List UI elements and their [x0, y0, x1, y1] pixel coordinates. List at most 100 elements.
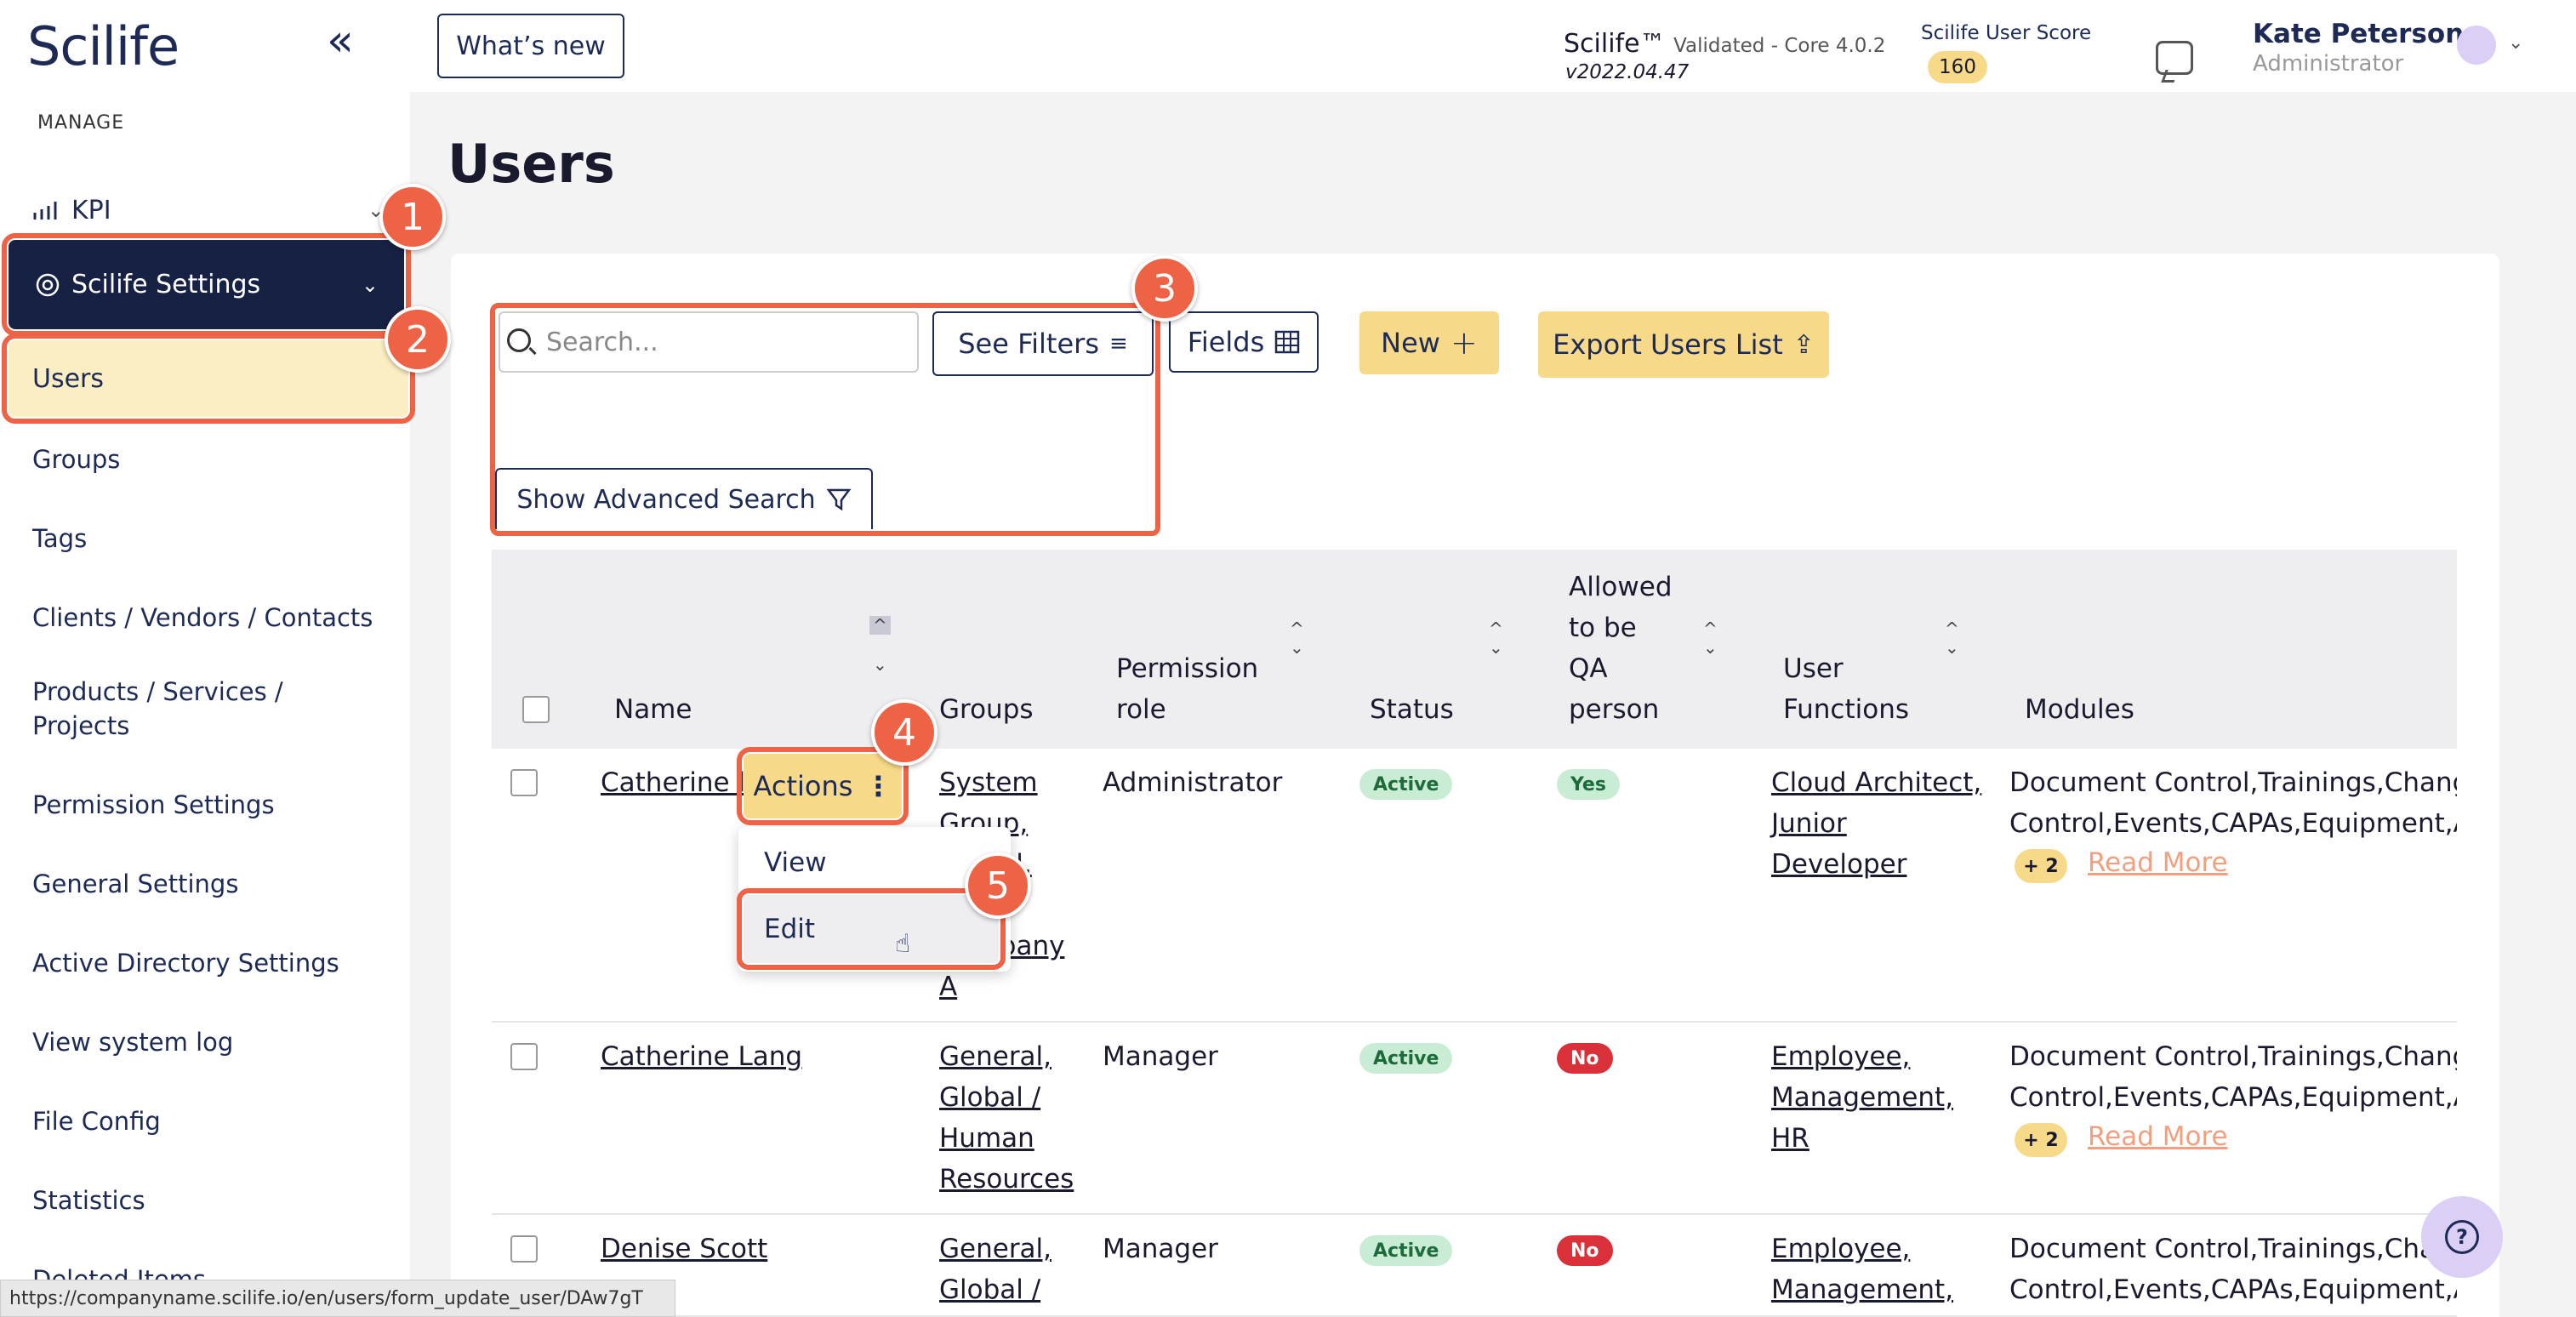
- function-link[interactable]: Cloud Architect,: [1771, 762, 1981, 803]
- sidebar-item-active-directory[interactable]: Active Directory Settings: [32, 946, 339, 980]
- col-qa-4[interactable]: person: [1569, 689, 1659, 730]
- fields-button[interactable]: Fields: [1169, 311, 1319, 373]
- function-link[interactable]: Management,: [1771, 1269, 1953, 1310]
- callout-3: 3: [1131, 255, 1198, 322]
- group-link[interactable]: Global /: [939, 1269, 1040, 1310]
- sidebar-item-label: Scilife Settings: [71, 270, 261, 299]
- status-badge: Active: [1359, 1043, 1453, 1074]
- modules-text: Document Control,Trainings,Change: [2009, 1041, 2457, 1072]
- row-checkbox[interactable]: [510, 769, 538, 796]
- col-qa[interactable]: Allowed: [1569, 567, 1673, 607]
- sidebar-item-permission-settings[interactable]: Permission Settings: [32, 788, 275, 822]
- more-badge[interactable]: + 2: [2015, 1123, 2067, 1157]
- collapse-sidebar-icon[interactable]: «: [327, 19, 354, 63]
- help-button[interactable]: ?: [2421, 1196, 2503, 1278]
- status-bar-url: https://companyname.scilife.io/en/users/…: [0, 1280, 675, 1317]
- col-name[interactable]: Name: [614, 689, 692, 730]
- qa-badge: Yes: [1557, 769, 1620, 800]
- sidebar-item-users[interactable]: Users: [2, 334, 415, 424]
- sidebar-item-kpi[interactable]: KPI ⌄: [0, 189, 410, 231]
- sort-desc-icon[interactable]: ⌄: [873, 655, 887, 674]
- row-checkbox[interactable]: [510, 1043, 538, 1070]
- group-link[interactable]: A: [939, 966, 957, 1007]
- status-badge: Active: [1359, 769, 1453, 800]
- permission-role: Manager: [1103, 1041, 1218, 1072]
- group-link[interactable]: Global /: [939, 1077, 1040, 1118]
- sidebar-item-products[interactable]: Products / Services /: [32, 675, 283, 709]
- permission-role: Manager: [1103, 1234, 1218, 1264]
- group-link[interactable]: General,: [939, 1229, 1051, 1269]
- col-qa-2[interactable]: to be: [1569, 607, 1637, 648]
- chart-icon: [33, 202, 57, 220]
- export-users-button[interactable]: Export Users List ⇪: [1538, 311, 1829, 378]
- sidebar-item-tags[interactable]: Tags: [32, 522, 87, 556]
- sidebar-item-file-config[interactable]: File Config: [32, 1104, 161, 1138]
- function-link[interactable]: Developer: [1771, 844, 1906, 885]
- user-name-link[interactable]: Denise Scott: [601, 1229, 767, 1269]
- col-user-functions[interactable]: Functions: [1783, 689, 1909, 730]
- sidebar-item-statistics[interactable]: Statistics: [32, 1183, 145, 1217]
- modules-text: Control,Events,CAPAs,Equipment,Au: [2009, 808, 2457, 839]
- group-link[interactable]: General,: [939, 1036, 1051, 1077]
- new-user-button[interactable]: New +: [1359, 311, 1499, 374]
- app-logo: Scilife: [27, 15, 180, 77]
- plus-icon: +: [1450, 324, 1478, 362]
- sidebar-item-clients[interactable]: Clients / Vendors / Contacts: [32, 601, 373, 635]
- col-qa-3[interactable]: QA: [1569, 648, 1608, 689]
- gear-icon: [36, 273, 60, 296]
- function-link[interactable]: Employee,: [1771, 1229, 1910, 1269]
- group-link[interactable]: System: [939, 762, 1038, 803]
- user-name[interactable]: Kate Peterson: [2253, 19, 2464, 49]
- col-modules: Modules: [2025, 694, 2134, 725]
- whats-new-button[interactable]: What’s new: [437, 14, 624, 78]
- qa-badge: No: [1557, 1235, 1613, 1266]
- build-version: v2022.04.47: [1565, 61, 1690, 83]
- function-link[interactable]: Junior: [1771, 803, 1847, 844]
- function-link[interactable]: Management,: [1771, 1077, 1953, 1118]
- sort-icon[interactable]: ^ ⌄: [1703, 619, 1718, 657]
- select-all-checkbox[interactable]: [522, 696, 550, 723]
- chevron-down-icon[interactable]: ⌄: [2508, 32, 2523, 54]
- user-name-link[interactable]: Catherine l: [601, 762, 745, 803]
- callout-2: 2: [385, 306, 451, 373]
- table-icon: [1275, 330, 1300, 354]
- sort-icon[interactable]: ^ ⌄: [1290, 619, 1304, 657]
- menu-item-view[interactable]: View: [764, 835, 827, 890]
- sidebar-section-label: MANAGE: [37, 112, 125, 134]
- upload-icon: ⇪: [1792, 329, 1815, 360]
- sidebar-item-groups[interactable]: Groups: [32, 442, 120, 476]
- sidebar-item-general-settings[interactable]: General Settings: [32, 867, 238, 901]
- sidebar-item-products-cont[interactable]: Projects: [32, 709, 129, 743]
- user-name-link[interactable]: Catherine Lang: [601, 1036, 802, 1077]
- qa-badge: No: [1557, 1043, 1613, 1074]
- avatar[interactable]: [2457, 26, 2496, 65]
- chevron-down-icon: ⌄: [361, 272, 379, 297]
- sort-asc-icon[interactable]: ^: [869, 616, 891, 635]
- col-status[interactable]: Status: [1370, 689, 1454, 730]
- actions-button[interactable]: Actions ⋮: [737, 747, 909, 825]
- col-permission-role[interactable]: role: [1116, 689, 1166, 730]
- status-badge: Active: [1359, 1235, 1453, 1266]
- col-user[interactable]: User: [1783, 648, 1844, 689]
- function-link[interactable]: HR: [1771, 1118, 1809, 1159]
- sidebar: Scilife « MANAGE KPI ⌄ Scilife Settings …: [0, 0, 415, 1317]
- callout-4: 4: [871, 699, 938, 766]
- function-link[interactable]: Employee,: [1771, 1036, 1910, 1077]
- hand-cursor-icon: ☝: [895, 929, 911, 959]
- read-more-link[interactable]: Read More: [2088, 1121, 2228, 1152]
- sort-icon[interactable]: ^ ⌄: [1489, 619, 1503, 657]
- user-score-label: Scilife User Score: [1921, 22, 2092, 44]
- chat-icon[interactable]: [2156, 41, 2193, 75]
- read-more-link[interactable]: Read More: [2088, 847, 2228, 878]
- menu-item-edit[interactable]: Edit ☝: [737, 888, 1006, 970]
- modules-text: Control,Events,CAPAs,Equipment,Au: [2009, 1274, 2457, 1305]
- col-permission[interactable]: Permission: [1116, 648, 1258, 689]
- group-link[interactable]: Resources: [939, 1159, 1074, 1200]
- table-header: [492, 550, 2457, 749]
- sidebar-item-scilife-settings[interactable]: Scilife Settings ⌄: [2, 233, 411, 336]
- more-badge[interactable]: + 2: [2015, 849, 2067, 883]
- row-checkbox[interactable]: [510, 1235, 538, 1263]
- sidebar-item-system-log[interactable]: View system log: [32, 1025, 233, 1059]
- group-link[interactable]: Human: [939, 1118, 1034, 1159]
- sort-icon[interactable]: ^ ⌄: [1945, 619, 1959, 657]
